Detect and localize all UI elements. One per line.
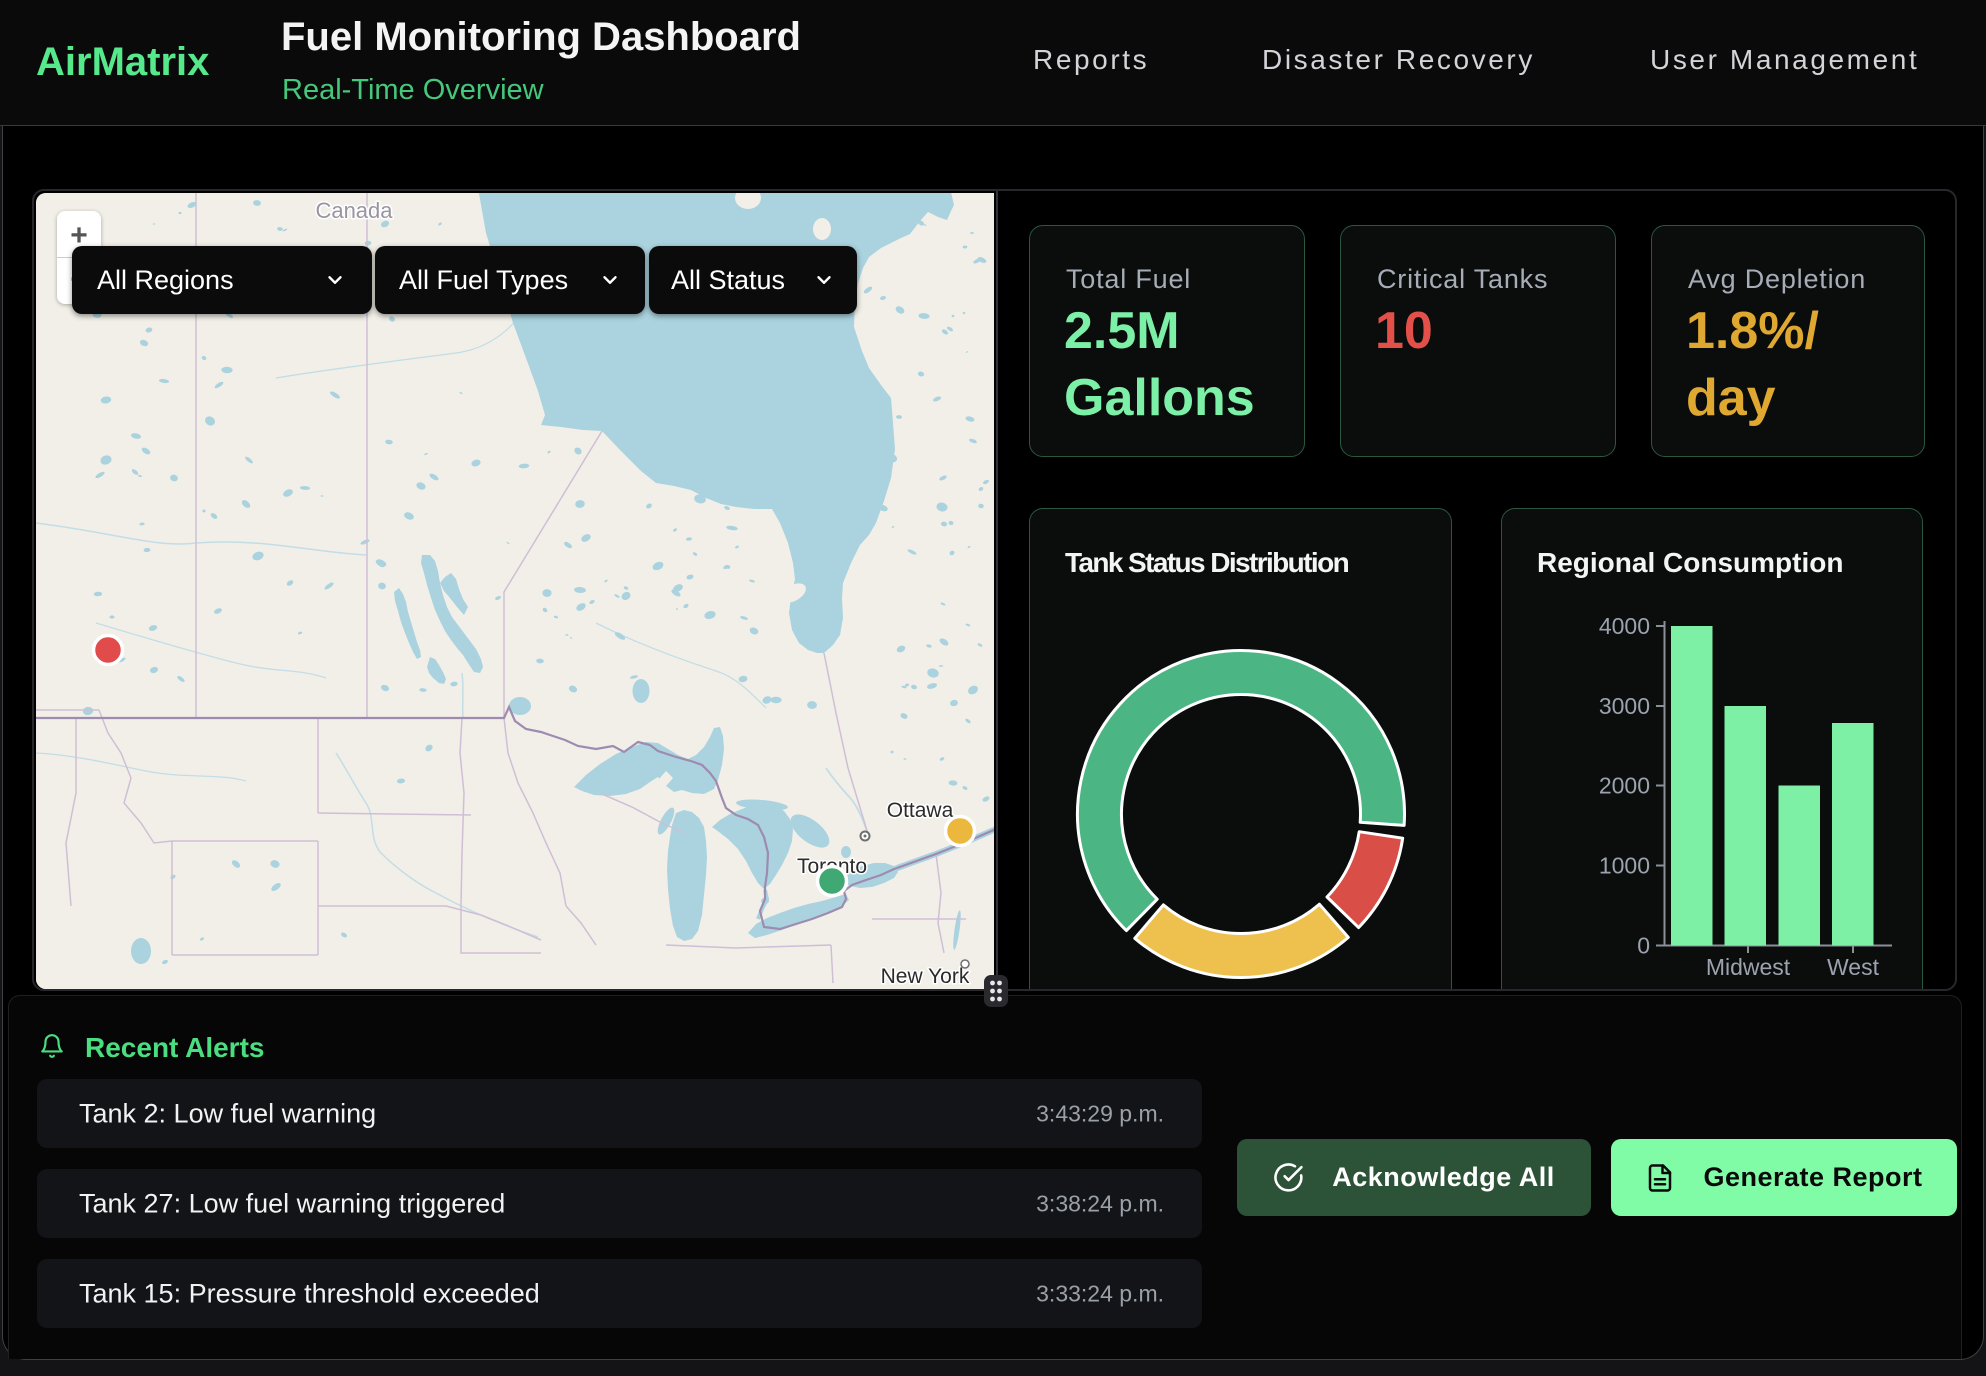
- svg-text:3000: 3000: [1599, 693, 1650, 719]
- svg-text:West: West: [1827, 954, 1880, 980]
- svg-text:4000: 4000: [1599, 613, 1650, 639]
- svg-text:Canada: Canada: [315, 198, 393, 223]
- svg-text:Ottawa: Ottawa: [887, 799, 954, 822]
- svg-text:1000: 1000: [1599, 853, 1650, 879]
- svg-text:New York: New York: [881, 965, 970, 988]
- svg-text:Midwest: Midwest: [1706, 954, 1791, 980]
- svg-text:0: 0: [1637, 933, 1650, 959]
- svg-text:2000: 2000: [1599, 773, 1650, 799]
